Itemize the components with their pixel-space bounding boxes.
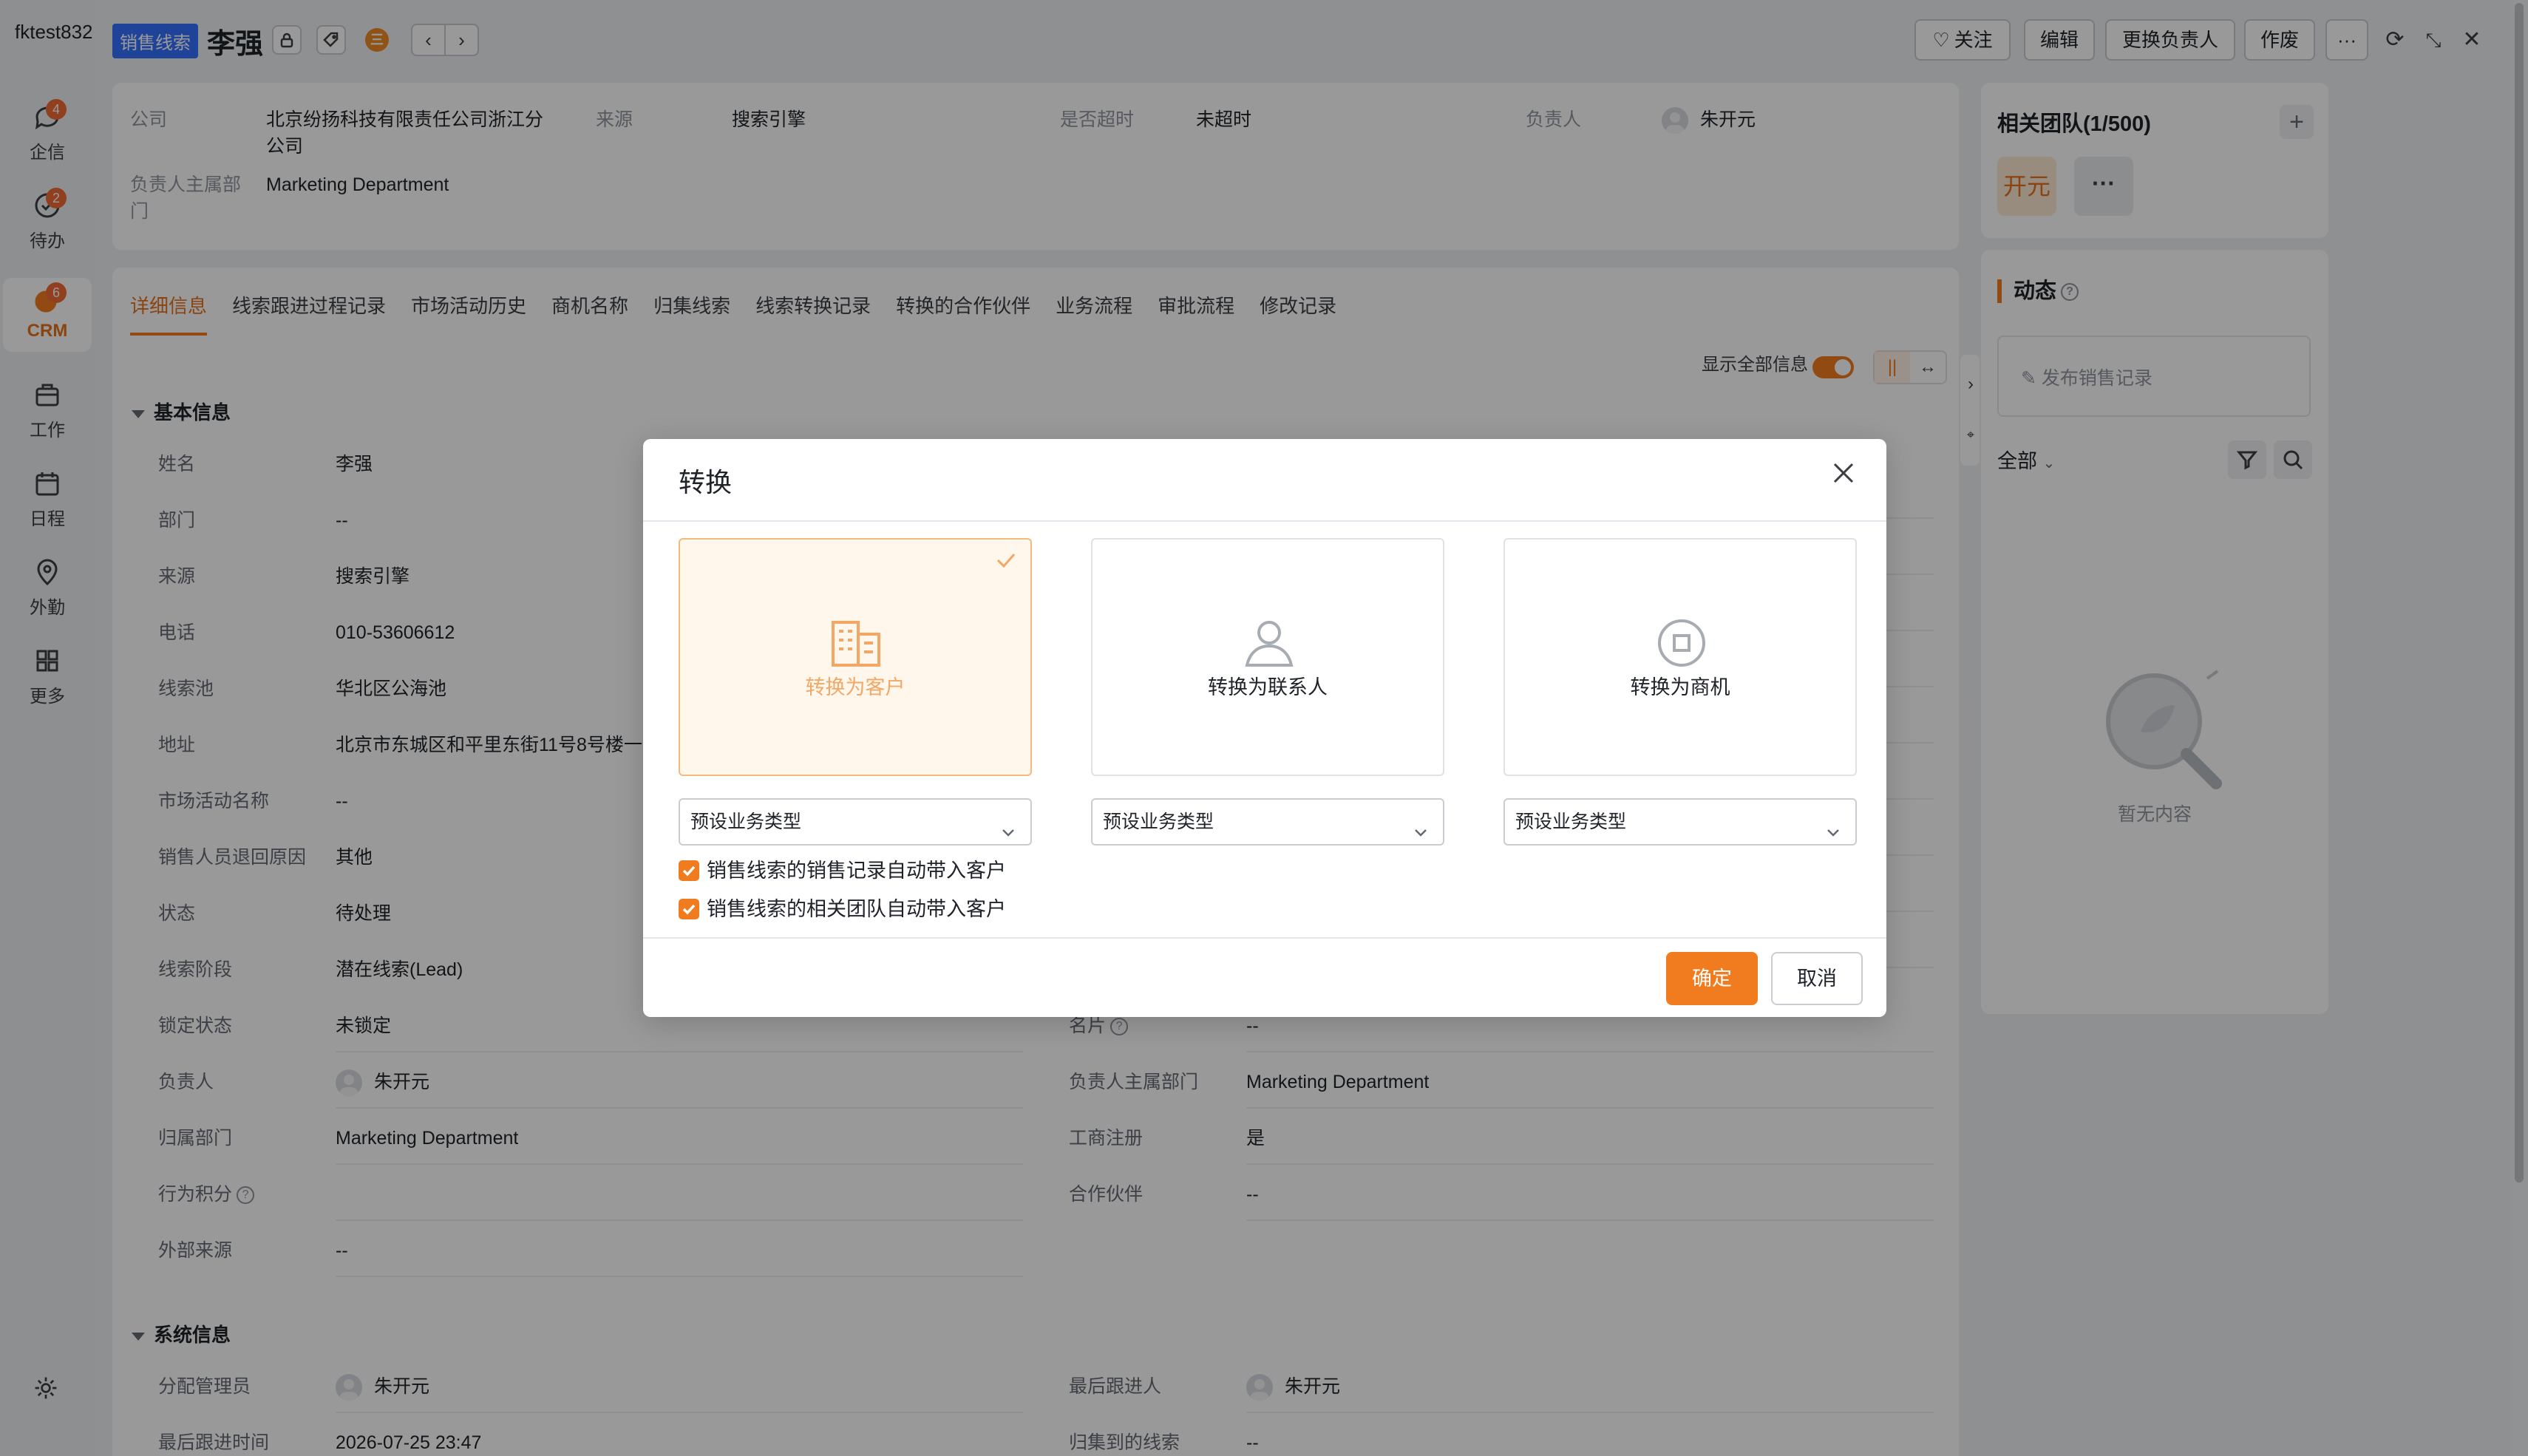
chevron-down-icon — [1824, 813, 1842, 837]
target-icon — [1651, 612, 1713, 674]
option-label: 转换为联系人 — [1208, 676, 1328, 698]
contact-type-select[interactable]: 预设业务类型 — [1091, 798, 1444, 846]
dialog-divider — [643, 520, 1886, 522]
chevron-down-icon — [999, 813, 1017, 837]
convert-to-customer-option[interactable]: 转换为客户 — [679, 538, 1032, 776]
convert-dialog: 转换 转换为客户 转换为联系人 转换为商机 预设业务类型 预设业务类型 预设业务… — [643, 439, 1886, 1017]
option-label: 转换为商机 — [1630, 676, 1730, 698]
checkbox-label: 销售线索的相关团队自动带入客户 — [707, 898, 1006, 920]
checkbox-checked-icon — [679, 898, 699, 919]
customer-type-select[interactable]: 预设业务类型 — [679, 798, 1032, 846]
select-value: 预设业务类型 — [1515, 812, 1627, 832]
confirm-button[interactable]: 确定 — [1666, 952, 1758, 1005]
carry-sales-records-checkbox[interactable]: 销售线索的销售记录自动带入客户 — [679, 857, 1006, 884]
carry-team-checkbox[interactable]: 销售线索的相关团队自动带入客户 — [679, 896, 1006, 922]
opportunity-type-select[interactable]: 预设业务类型 — [1503, 798, 1857, 846]
dialog-close-icon[interactable] — [1830, 460, 1863, 492]
select-value: 预设业务类型 — [1103, 812, 1214, 832]
building-icon — [826, 612, 888, 674]
convert-to-contact-option[interactable]: 转换为联系人 — [1091, 538, 1444, 776]
checkbox-label: 销售线索的销售记录自动带入客户 — [707, 860, 1006, 882]
checkbox-checked-icon — [679, 860, 699, 881]
select-value: 预设业务类型 — [690, 812, 802, 832]
checkmark-icon — [993, 547, 1020, 574]
dialog-divider — [643, 937, 1886, 939]
chevron-down-icon — [1412, 813, 1430, 837]
option-label: 转换为客户 — [805, 676, 905, 698]
person-icon — [1238, 612, 1300, 674]
cancel-button[interactable]: 取消 — [1771, 952, 1863, 1005]
dialog-title: 转换 — [679, 467, 733, 497]
convert-to-opportunity-option[interactable]: 转换为商机 — [1503, 538, 1857, 776]
